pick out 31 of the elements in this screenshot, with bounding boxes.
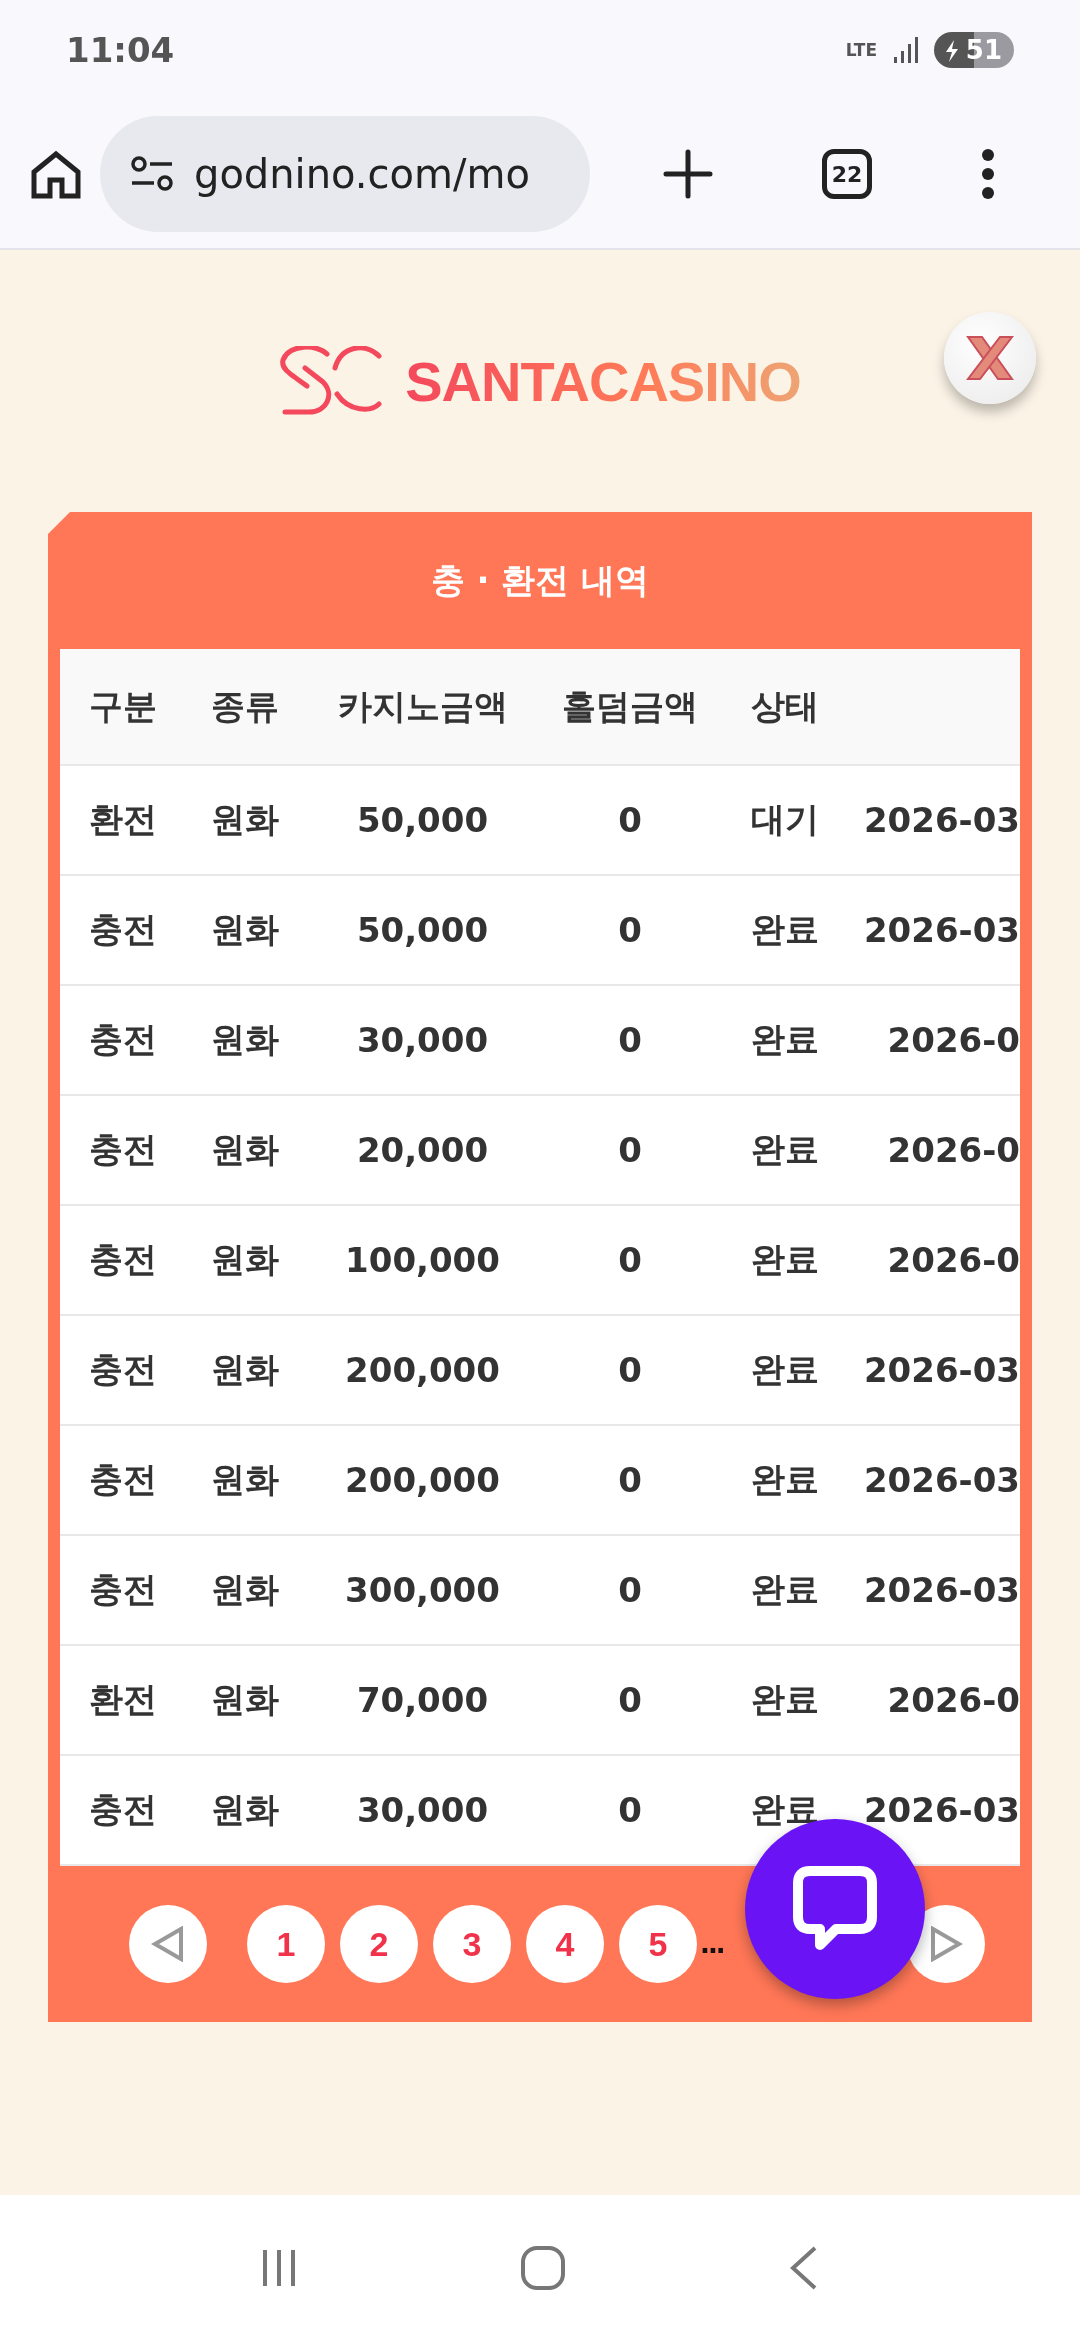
back-icon[interactable]: [788, 2244, 819, 2291]
column-header: 구분: [60, 649, 185, 766]
close-icon: [964, 335, 1016, 381]
page-number-button[interactable]: 3: [433, 1905, 511, 1983]
recent-apps-icon[interactable]: [261, 2247, 298, 2288]
chat-bubble-icon: [792, 1865, 878, 1953]
column-header: 종류: [185, 649, 305, 766]
column-header: 홀덤금액: [540, 649, 720, 766]
logo-mark-icon: [279, 346, 384, 416]
column-header: 카지노금액: [305, 649, 540, 766]
column-header: 상태: [720, 649, 850, 766]
home-button-icon[interactable]: [520, 2244, 566, 2291]
plus-icon[interactable]: [662, 149, 713, 199]
close-button[interactable]: [944, 312, 1036, 404]
page-number-button[interactable]: 1: [247, 1905, 325, 1983]
address-bar[interactable]: godnino.com/mo: [100, 116, 590, 232]
url-text: godnino.com/mo: [194, 151, 530, 197]
more-menu-icon[interactable]: [981, 149, 996, 199]
home-icon[interactable]: [30, 148, 82, 200]
right-triangle-icon: [929, 1926, 963, 1962]
panel-title: 충 · 환전 내역: [429, 558, 651, 602]
network-type: LTE: [845, 41, 879, 59]
page-ellipsis: ...: [700, 1929, 724, 1959]
status-time: 11:04: [66, 30, 175, 70]
page-number-button[interactable]: 5: [619, 1905, 697, 1983]
tab-count-button[interactable]: 22: [822, 149, 872, 199]
charging-bolt-icon: [943, 40, 960, 62]
left-triangle-icon: [151, 1926, 185, 1962]
site-settings-icon[interactable]: [130, 154, 174, 194]
page-number-button[interactable]: 2: [340, 1905, 418, 1983]
page-number-button[interactable]: 4: [526, 1905, 604, 1983]
